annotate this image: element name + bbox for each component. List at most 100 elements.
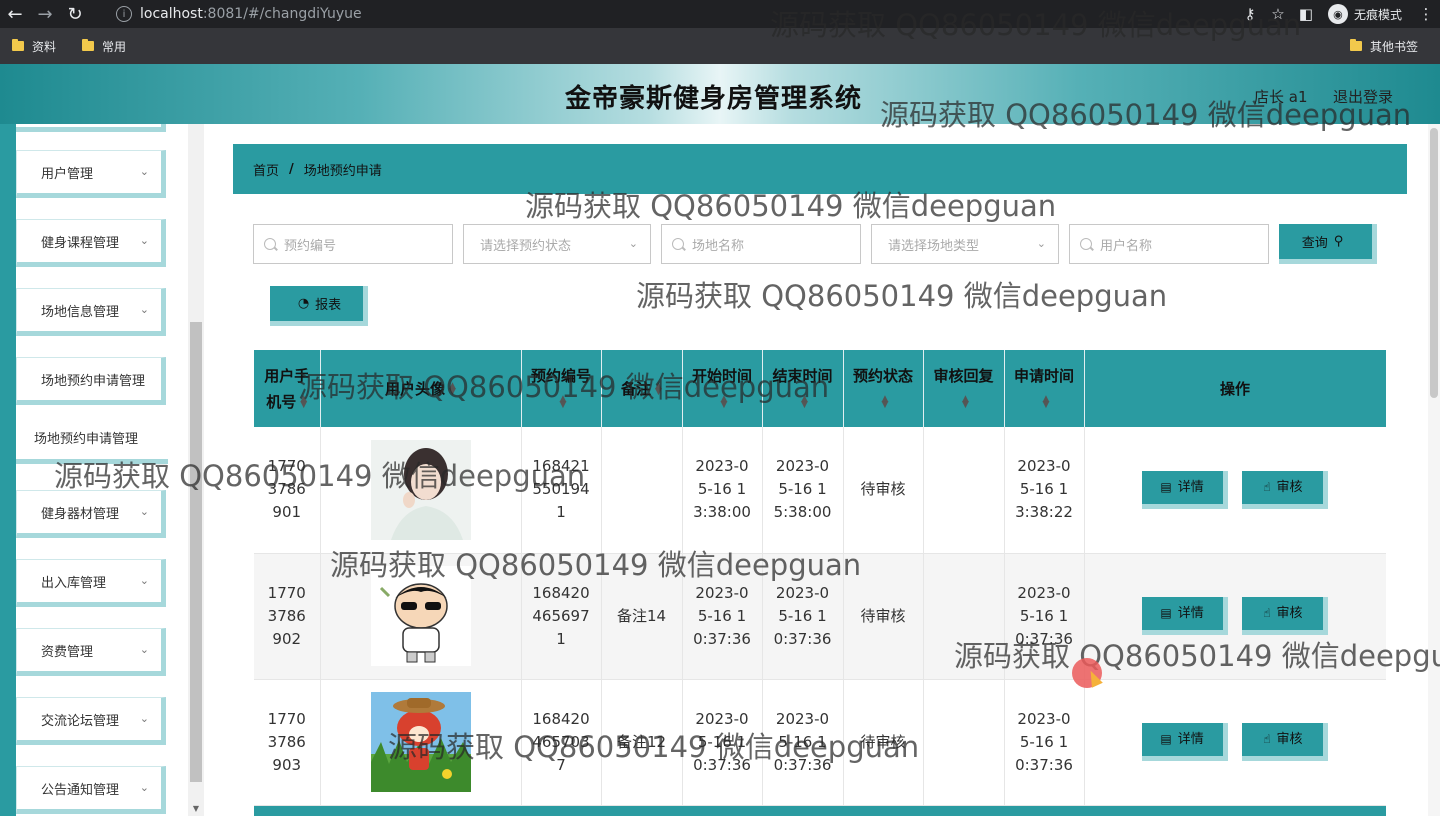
placeholder: 用户名称 [1100,238,1153,254]
sidebar-item-users[interactable]: 用户管理 ⌄ [16,150,166,198]
incognito-indicator[interactable]: ◉ 无痕模式 [1327,4,1402,24]
cell-phone: 17703786903 [254,679,321,806]
bookmarks-bar: 资料 常用 其他书签 [0,28,1440,64]
breadcrumb-home[interactable]: 首页 [253,160,279,179]
menu-icon[interactable]: ⋮ [1412,5,1440,23]
review-button[interactable]: ☝ 审核 [1242,723,1329,761]
detail-button[interactable]: ▤ 详情 [1141,723,1228,761]
sidebar-item-label: 出入库管理 [41,575,107,591]
sidebar-item-notices[interactable]: 公告通知管理 ⌄ [16,766,166,814]
chevron-down-icon: ⌄ [139,505,149,518]
column-header[interactable]: 预约状态▲ ▼ [843,350,924,427]
breadcrumb-current: 场地预约申请 [303,163,382,179]
detail-button[interactable]: ▤ 详情 [1141,597,1228,635]
folder-icon [1349,39,1362,51]
status-select[interactable]: 请选择预约状态 ⌄ [463,224,651,264]
sidebar-item-venue-booking[interactable]: 场地预约申请管理 [16,357,166,405]
star-icon[interactable]: ☆ [1264,5,1292,23]
incognito-icon: ◉ [1327,4,1348,24]
column-header[interactable]: 申请时间▲ ▼ [1004,350,1085,427]
search-icon [264,238,276,250]
reload-icon[interactable]: ↻ [60,0,90,28]
cell-status: 待审核 [843,427,924,554]
cell-reply [923,427,1005,554]
chevron-down-icon: ⌄ [139,165,149,178]
cell-phone: 17703786902 [254,553,321,680]
sidebar-item-fees[interactable]: 资费管理 ⌄ [16,628,166,676]
app-header: 金帝豪斯健身房管理系统 店长 a1 退出登录 [0,64,1440,124]
sort-icon: ▲ ▼ [801,394,808,410]
sidebar-item-label: 交流论坛管理 [41,713,120,729]
cell-avatar [320,679,522,806]
sidebar-item-label: 场地预约申请管理 [41,373,146,389]
logout-link[interactable]: 退出登录 [1333,86,1393,107]
placeholder: 场地名称 [692,238,745,254]
column-header[interactable]: 开始时间▲ ▼ [682,350,763,427]
sidebar-item-venues[interactable]: 场地信息管理 ⌄ [16,288,166,336]
search-icon [1080,238,1092,250]
cell-end: 2023-05-16 10:37:36 [762,553,844,680]
sidebar-subitem-venue-booking[interactable]: 场地预约申请管理 [16,416,168,464]
query-button[interactable]: 查询 ⚲ [1279,224,1377,264]
sidebar-item-equipment[interactable]: 健身器材管理 ⌄ [16,490,166,538]
chevron-down-icon: ⌄ [139,234,149,247]
key-icon[interactable]: ⚷ [1236,5,1264,23]
column-header[interactable]: 结束时间▲ ▼ [762,350,844,427]
placeholder: 预约编号 [284,238,337,254]
booking-no-input[interactable]: 预约编号 [253,224,453,264]
bookmark-folder[interactable]: 资料 [12,38,56,55]
menu-item-partial[interactable] [16,124,166,132]
scroll-down-icon[interactable]: ▼ [190,804,202,814]
sort-icon: ▲ ▼ [881,394,889,410]
report-button[interactable]: ◔ 报表 [270,286,368,326]
column-header[interactable]: 用户头像 ▲ ▼ [320,350,522,427]
avatar [370,439,471,540]
venue-type-select[interactable]: 请选择场地类型 ⌄ [871,224,1059,264]
username-input[interactable]: 用户名称 [1069,224,1269,264]
column-header[interactable]: 备注 ▲ ▼ [601,350,683,427]
current-user: 店长 a1 [1254,88,1308,106]
cell-note: 备注12 [601,679,683,806]
bookmark-folder[interactable]: 常用 [82,38,126,55]
sidebar-item-label: 用户管理 [41,166,94,182]
cell-booking-no: 1684215501941 [521,427,602,554]
forward-icon[interactable]: → [30,0,60,28]
column-header[interactable]: 预约编号▲ ▼ [521,350,602,427]
review-button[interactable]: ☝ 审核 [1242,597,1329,635]
page-scroll-thumb[interactable] [1430,128,1438,398]
sidebar-accent [0,124,16,816]
cell-avatar [320,553,522,680]
cell-status: 待审核 [843,679,924,806]
booking-table: 用户手机号 ▲ ▼ 用户头像 ▲ ▼ 预约编号▲ ▼ 备注 ▲ ▼ 开始时间▲ ▼ 结束时间▲ ▼… [254,350,1386,816]
sidebar-scroll-thumb[interactable] [190,322,202,782]
column-header[interactable]: 审核回复▲ ▼ [923,350,1005,427]
back-icon[interactable]: ← [0,0,30,28]
column-header[interactable]: 用户手机号 ▲ ▼ [254,350,321,427]
folder-icon [82,39,95,51]
incognito-label: 无痕模式 [1353,7,1402,22]
sidebar-item-forum[interactable]: 交流论坛管理 ⌄ [16,697,166,745]
column-header-actions: 操作 [1084,350,1386,427]
bookmark-label: 资料 [32,39,57,54]
breadcrumb: 首页 / 场地预约申请 [233,144,1407,194]
sidebar-item-courses[interactable]: 健身课程管理 ⌄ [16,219,166,267]
other-bookmarks[interactable]: 其他书签 [1349,28,1418,64]
table-header: 用户手机号 ▲ ▼ 用户头像 ▲ ▼ 预约编号▲ ▼ 备注 ▲ ▼ 开始时间▲ ▼ 结束时间▲ ▼… [254,350,1386,427]
document-icon: ▤ [1160,732,1172,746]
venue-name-input[interactable]: 场地名称 [661,224,861,264]
sidebar: 用户管理 ⌄ 健身课程管理 ⌄ 场地信息管理 ⌄ 场地预约申请管理 场地预约申请管理 … [0,124,205,816]
cell-end: 2023-05-16 15:38:00 [762,427,844,554]
review-button[interactable]: ☝ 审核 [1242,470,1329,509]
info-icon[interactable]: i [116,6,132,22]
cell-applied: 2023-05-16 13:38:22 [1004,427,1085,554]
sidebar-item-label: 资费管理 [41,644,94,660]
detail-button[interactable]: ▤ 详情 [1141,470,1228,509]
sidepanel-icon[interactable]: ◧ [1292,5,1320,23]
cell-actions: ▤ 详情 ☝ 审核 [1084,679,1386,806]
sidebar-item-label: 健身课程管理 [41,235,120,251]
url-host: localhost [140,6,203,22]
table-row: 17703786903 1684204657037 备注12 2023-05-1… [254,679,1386,806]
sidebar-item-inventory[interactable]: 出入库管理 ⌄ [16,559,166,607]
address-bar[interactable]: i localhost:8081/#/changdiYuyue [106,2,1306,26]
sort-icon: ▲ ▼ [300,394,308,410]
